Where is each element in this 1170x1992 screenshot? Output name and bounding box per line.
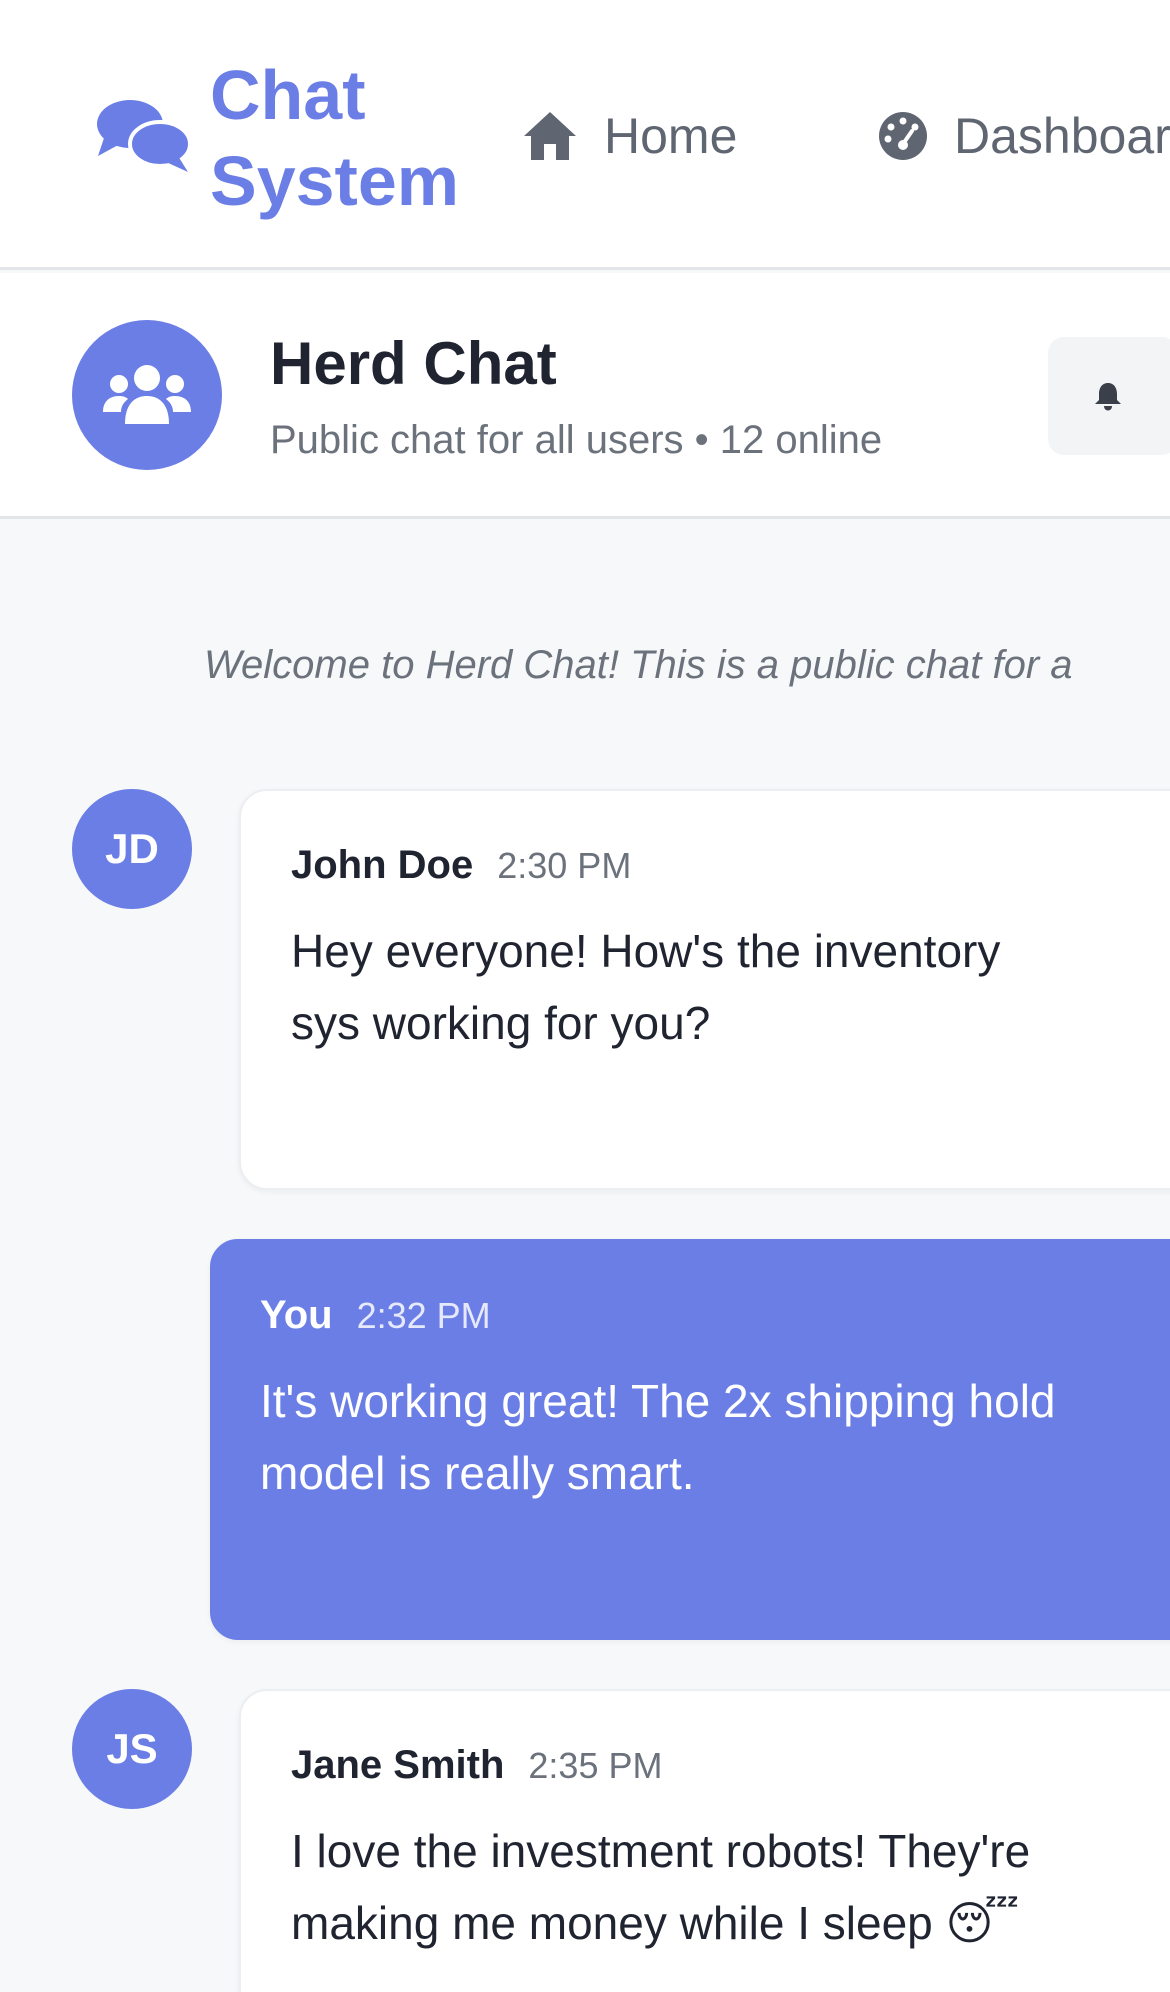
brand-line-2: System	[210, 142, 460, 220]
message-bubble: John Doe 2:30 PM Hey everyone! How's the…	[239, 789, 1170, 1190]
welcome-text: Welcome to Herd Chat! This is a public c…	[204, 643, 1073, 687]
chat-header: Herd Chat Public chat for all users • 12…	[0, 273, 1170, 519]
comments-icon	[97, 100, 192, 172]
message-text: It's working great! The 2x shipping hold…	[260, 1375, 1056, 1499]
message-sender: John Doe	[291, 843, 474, 887]
message-meta: John Doe 2:30 PM	[291, 843, 631, 888]
top-navbar: Chat System Home Dashboar	[0, 0, 1170, 270]
message-meta: You 2:32 PM	[260, 1293, 491, 1338]
avatar-initials: JS	[106, 1725, 158, 1772]
messages-area[interactable]: Welcome to Herd Chat! This is a public c…	[0, 519, 1170, 1992]
message-time: 2:32 PM	[356, 1295, 491, 1336]
avatar: JS	[72, 1689, 192, 1809]
nav-dashboard-label: Dashboar	[954, 108, 1170, 164]
bell-icon	[1095, 383, 1121, 411]
chat-title: Herd Chat	[270, 330, 557, 397]
message-text: Hey everyone! How's the inventory sys wo…	[291, 925, 1001, 1049]
chat-subtitle: Public chat for all users • 12 online	[270, 418, 883, 462]
users-icon	[103, 365, 191, 424]
my-message-bubble: You 2:32 PM It's working great! The 2x s…	[210, 1239, 1170, 1640]
message-bubble: Jane Smith 2:35 PM I love the investment…	[239, 1689, 1170, 1992]
home-icon	[524, 112, 576, 160]
message-time: 2:30 PM	[497, 845, 632, 886]
message-sender: Jane Smith	[291, 1743, 505, 1787]
avatar-initials: JD	[105, 825, 159, 872]
nav-home-label: Home	[604, 108, 738, 164]
message-text: I love the investment robots! They're ma…	[291, 1825, 1031, 1949]
dashboard-gauge-icon	[879, 112, 927, 160]
notifications-button[interactable]	[1048, 337, 1170, 455]
brand-line-1: Chat	[210, 56, 366, 134]
brand-title[interactable]: Chat System	[210, 52, 459, 224]
avatar: JD	[72, 789, 192, 909]
message-meta: Jane Smith 2:35 PM	[291, 1743, 662, 1788]
message-time: 2:35 PM	[528, 1745, 663, 1786]
message-sender: You	[260, 1293, 333, 1337]
group-avatar	[72, 320, 222, 470]
nav-home-link[interactable]: Home	[522, 104, 737, 168]
nav-dashboard-link[interactable]: Dashboar	[878, 104, 1170, 168]
